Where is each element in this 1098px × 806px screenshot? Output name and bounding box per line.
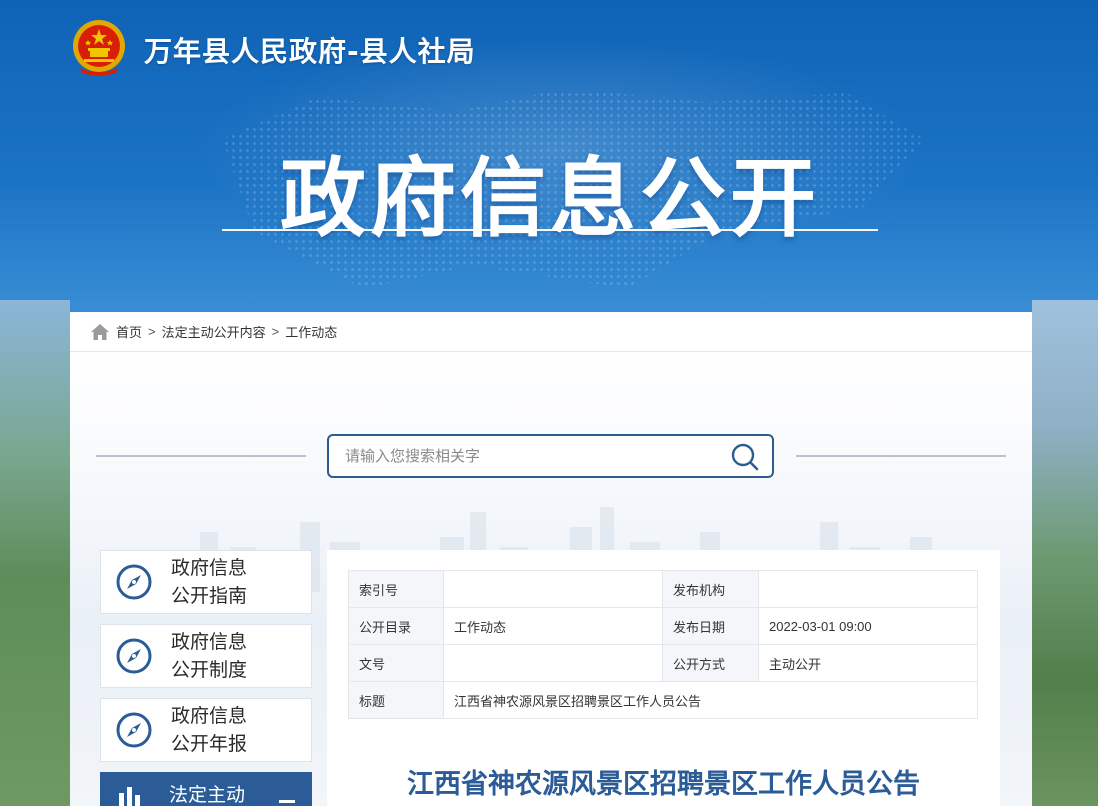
search-box	[327, 434, 774, 478]
city-photo-right	[1032, 300, 1098, 806]
meta-doc-label: 文号	[348, 644, 444, 682]
breadcrumb-separator: >	[271, 324, 280, 339]
sidebar-item-system[interactable]: 政府信息 公开制度	[100, 624, 312, 688]
collapse-icon[interactable]	[279, 800, 295, 803]
home-icon	[91, 323, 109, 340]
meta-doc-value	[443, 644, 663, 682]
site-name: 万年县人民政府-县人社局	[144, 35, 476, 68]
search-divider-right	[796, 455, 1006, 457]
sidebar-item-label: 法定主动	[169, 784, 246, 806]
meta-org-value	[758, 570, 978, 608]
breadcrumb-work-news[interactable]: 工作动态	[285, 322, 337, 341]
sidebar-item-label: 政府信息	[171, 705, 248, 727]
main-panel: 首页 > 法定主动公开内容 > 工作动态 政府信息 公开指南	[70, 312, 1032, 806]
national-emblem-icon	[73, 20, 125, 76]
article-title: 江西省神农源风景区招聘景区工作人员公告	[407, 769, 920, 800]
breadcrumb-statutory-content[interactable]: 法定主动公开内容	[162, 322, 266, 341]
meta-org-label: 发布机构	[662, 570, 759, 608]
search-area	[96, 434, 1006, 478]
meta-title-label: 标题	[348, 681, 444, 719]
meta-catalog-label: 公开目录	[348, 607, 444, 645]
sidebar-item-guide[interactable]: 政府信息 公开指南	[100, 550, 312, 614]
compass-icon	[116, 564, 152, 600]
meta-index-value	[443, 570, 663, 608]
hero-title: 政府信息公开	[280, 149, 820, 249]
content-area: 索引号 发布机构 公开目录 工作动态 发布日期 2022-03-01 09:00…	[327, 550, 1000, 806]
search-input[interactable]	[345, 444, 715, 468]
meta-mode-value: 主动公开	[758, 644, 978, 682]
sidebar-item-label: 公开制度	[171, 659, 248, 681]
meta-table: 索引号 发布机构 公开目录 工作动态 发布日期 2022-03-01 09:00…	[348, 570, 978, 719]
sidebar-item-label: 政府信息	[171, 631, 248, 653]
breadcrumb-separator: >	[148, 324, 156, 339]
meta-date-label: 发布日期	[662, 607, 759, 645]
hero-underline	[222, 229, 878, 231]
compass-icon	[116, 712, 152, 748]
search-divider-left	[96, 455, 306, 457]
meta-catalog-value: 工作动态	[443, 607, 663, 645]
meta-date-value: 2022-03-01 09:00	[758, 607, 978, 645]
sidebar-item-annual-report[interactable]: 政府信息 公开年报	[100, 698, 312, 762]
table-row: 标题 江西省神农源风景区招聘景区工作人员公告	[348, 681, 978, 719]
meta-index-label: 索引号	[348, 570, 444, 608]
city-photo-left	[0, 300, 70, 806]
sidebar-item-label: 公开年报	[171, 733, 248, 755]
table-row: 索引号 发布机构	[348, 570, 978, 608]
chart-icon	[119, 787, 140, 806]
meta-title-value: 江西省神农源风景区招聘景区工作人员公告	[443, 681, 978, 719]
sidebar-item-label: 政府信息	[171, 557, 248, 579]
table-row: 公开目录 工作动态 发布日期 2022-03-01 09:00	[348, 607, 978, 645]
breadcrumb: 首页 > 法定主动公开内容 > 工作动态	[70, 312, 1032, 352]
sidebar-item-statutory[interactable]: 法定主动	[100, 772, 312, 806]
meta-mode-label: 公开方式	[662, 644, 759, 682]
sidebar: 政府信息 公开指南 政府信息 公开制度 政府信息 公开年报 法定主动	[100, 550, 312, 806]
sidebar-item-label: 公开指南	[171, 585, 248, 607]
search-icon[interactable]	[730, 442, 760, 472]
compass-icon	[116, 638, 152, 674]
table-row: 文号 公开方式 主动公开	[348, 644, 978, 682]
breadcrumb-home[interactable]: 首页	[116, 322, 142, 341]
